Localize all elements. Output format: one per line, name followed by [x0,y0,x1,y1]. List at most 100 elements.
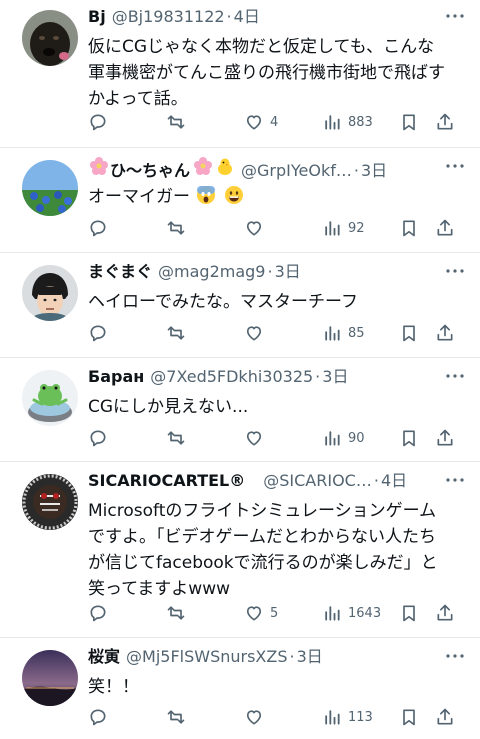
avatar[interactable] [22,10,78,66]
display-name[interactable]: 桜寅 [88,646,120,668]
retweet-icon [167,326,185,340]
avatar[interactable] [22,160,78,216]
reply-button[interactable] [88,426,108,450]
user-handle[interactable]: @mag2mag9 [158,261,265,283]
tweet-header: まぐまぐ @mag2mag9 · 3日 [88,261,466,285]
share-button[interactable] [435,426,455,450]
user-handle[interactable]: @GrpIYeOkf… [241,160,352,180]
like-button[interactable] [244,321,270,345]
tweet-header: SICARIOCARTEL® @SICARIOC… · 4日 [88,470,466,494]
display-name[interactable]: Bj [88,6,106,28]
tweet[interactable]: Баран @7Xed5FDkhi30325 · 3日 CGにしか見えない...… [0,358,480,462]
chick-icon [218,158,233,175]
share-icon [437,708,453,725]
avatar[interactable] [22,474,78,530]
retweet-button[interactable] [166,705,186,729]
like-button[interactable] [244,216,270,240]
display-name[interactable]: ひ〜ちゃん [110,160,190,180]
cherry-blossom-icon [194,157,213,175]
grinning-face-icon [224,186,243,204]
share-button[interactable] [435,321,455,345]
views-chart-icon [325,431,340,446]
display-name[interactable]: Баран [88,366,144,388]
user-handle[interactable]: @7Xed5FDkhi30325 [150,366,313,388]
reply-feed: Bj @Bj19831122 · 4日 仮にCGじゃなく本物だと仮定しても、こん… [0,0,480,739]
reply-button[interactable] [88,705,108,729]
reply-button[interactable] [88,321,108,345]
reply-button[interactable] [88,601,108,625]
avatar[interactable] [22,265,78,321]
timestamp[interactable]: 3日 [322,366,348,388]
reply-icon [90,220,106,237]
views-button[interactable]: 90 [322,426,365,450]
timestamp[interactable]: 3日 [297,646,323,668]
like-count: 4 [270,114,279,130]
views-button[interactable]: 113 [322,705,373,729]
tweet-header: Баран @7Xed5FDkhi30325 · 3日 [88,366,466,390]
more-dots-icon[interactable] [444,263,466,279]
views-button[interactable]: 1643 [322,601,381,625]
tweet[interactable]: まぐまぐ @mag2mag9 · 3日 ヘイローでみたな。マスターチーフ 85 [0,253,480,358]
bookmark-button[interactable] [399,110,419,134]
tweet[interactable]: SICARIOCARTEL® @SICARIOC… · 4日 Microsoft… [0,462,480,638]
timestamp[interactable]: 3日 [361,160,387,180]
view-count: 1643 [348,605,382,621]
share-icon [437,324,453,341]
retweet-button[interactable] [166,110,186,134]
action-bar: 113 [88,705,460,729]
retweet-button[interactable] [166,216,186,240]
heart-icon [246,221,262,236]
timestamp[interactable]: 3日 [275,261,301,283]
like-button[interactable]: 4 [244,110,278,134]
more-dots-icon[interactable] [444,648,466,664]
tweet[interactable]: Bj @Bj19831122 · 4日 仮にCGじゃなく本物だと仮定しても、こん… [0,0,480,148]
like-button[interactable]: 5 [244,601,278,625]
timestamp[interactable]: 4日 [234,6,260,28]
tweet-text: オーマイガー [88,184,466,210]
tweet[interactable]: 桜寅 @Mj5FlSWSnursXZS · 3日 笑！！ 113 [0,638,480,739]
avatar[interactable] [22,650,78,706]
display-name[interactable]: まぐまぐ [88,261,152,283]
views-button[interactable]: 85 [322,321,365,345]
views-button[interactable]: 883 [322,110,373,134]
user-handle[interactable]: @SICARIOC… [263,470,372,492]
timestamp[interactable]: 4日 [381,470,407,492]
bookmark-button[interactable] [399,216,419,240]
separator-dot: · [226,7,232,26]
reply-button[interactable] [88,216,108,240]
more-dots-icon[interactable] [444,368,466,384]
like-button[interactable] [244,705,270,729]
user-handle[interactable]: @Mj5FlSWSnursXZS [126,646,287,668]
tweet[interactable]: ひ〜ちゃん @GrpIYeOkf… · 3日 オーマイガー 92 [0,148,480,253]
separator-dot: · [289,647,295,666]
reply-button[interactable] [88,110,108,134]
bookmark-button[interactable] [399,601,419,625]
like-button[interactable] [244,426,270,450]
bookmark-icon [403,325,415,342]
retweet-button[interactable] [166,321,186,345]
display-name[interactable]: SICARIOCARTEL® [88,470,245,492]
tweet-text-line: 笑！！ [88,677,139,697]
separator-dot: · [353,161,359,180]
share-button[interactable] [435,601,455,625]
bookmark-button[interactable] [399,426,419,450]
tweet-text-line: CGにしか見えない... [88,397,249,417]
bookmark-icon [403,430,415,447]
share-button[interactable] [435,110,455,134]
retweet-button[interactable] [166,601,186,625]
tweet-header: 桜寅 @Mj5FlSWSnursXZS · 3日 [88,646,466,670]
views-button[interactable]: 92 [322,216,365,240]
share-icon [437,429,453,446]
more-dots-icon[interactable] [444,472,466,488]
bookmark-button[interactable] [399,705,419,729]
share-button[interactable] [435,216,455,240]
share-button[interactable] [435,705,455,729]
bookmark-button[interactable] [399,321,419,345]
avatar[interactable] [22,370,78,426]
retweet-button[interactable] [166,426,186,450]
view-count: 883 [348,114,373,130]
more-dots-icon[interactable] [444,8,466,24]
share-icon [437,604,453,621]
more-dots-icon[interactable] [444,158,466,174]
user-handle[interactable]: @Bj19831122 [112,6,225,28]
